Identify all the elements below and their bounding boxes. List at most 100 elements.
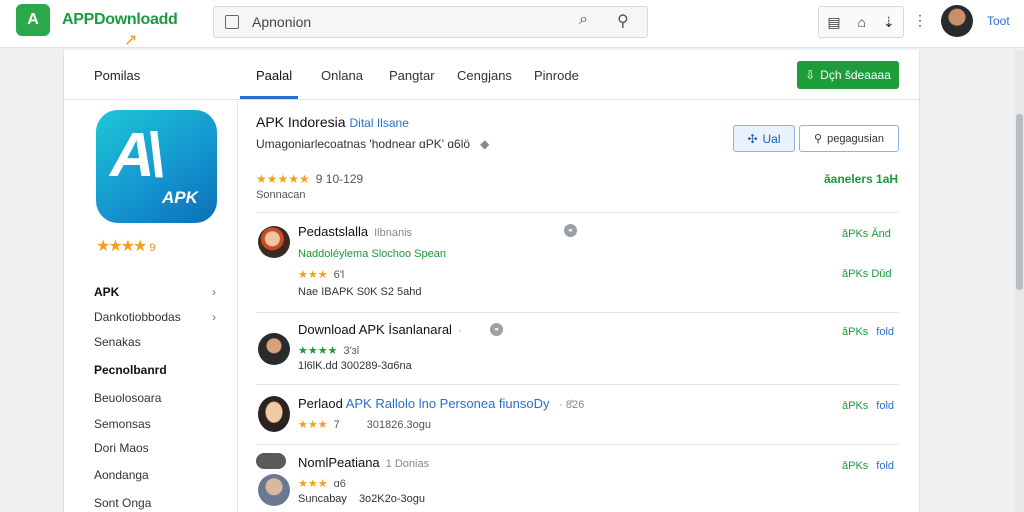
app-icon-mark: A\	[110, 121, 164, 190]
sidebar-item-5[interactable]: Beuolosoara	[94, 391, 161, 405]
search-input[interactable]: Apnonion	[252, 14, 311, 30]
search-button[interactable]: ⚲ pegagusian	[799, 125, 899, 152]
tab-pinrode[interactable]: Pinrode	[534, 68, 579, 83]
row-title-text[interactable]: NomlPeatiana	[298, 455, 380, 470]
app-icon[interactable]: A\ APK	[96, 110, 217, 223]
sidebar-item-7[interactable]: Dori Maos	[94, 441, 149, 455]
square-icon	[225, 15, 239, 29]
row-link-secondary[interactable]: fold	[876, 326, 894, 338]
sidebar-item-6[interactable]: Semonsas	[94, 417, 151, 431]
sidebar-rating-value: 9	[149, 242, 156, 254]
section-title: Pomilas	[94, 68, 141, 83]
chevron-right-icon[interactable]: ›	[212, 285, 216, 299]
star-icons: ★★★★	[298, 345, 338, 357]
row-title-link[interactable]: APK Rallolo lno Personea fiunsoDy	[346, 396, 550, 411]
tab-cengjans[interactable]: Cengjans	[457, 68, 512, 83]
search-icon[interactable]: ⚲	[617, 11, 629, 31]
sidebar-item-8[interactable]: Aondanga	[94, 468, 149, 482]
unlock-button-label: Ual	[762, 131, 781, 146]
row-title[interactable]: NomlPeatiana 1 Donias	[298, 455, 429, 470]
row-download-link[interactable]: ǎPKs fold	[842, 400, 894, 412]
row-title-extra: · 8̓26	[559, 399, 585, 411]
row-link-text[interactable]: ǎPKs	[842, 460, 868, 472]
scrollbar-thumb[interactable]	[1016, 114, 1023, 290]
divider	[256, 444, 899, 445]
link-icon[interactable]: ⚭	[490, 323, 503, 336]
user-avatar[interactable]	[941, 5, 973, 37]
puzzle-icon: ✣	[747, 131, 758, 146]
chevron-right-icon[interactable]: ›	[212, 310, 216, 324]
row-meta: Suncabay 3o2K2o-3ogu	[298, 493, 425, 505]
row-rating-value: 6'l	[333, 269, 345, 281]
row-meta: 1l6lK.dd 300289-3ɑ6na	[298, 360, 412, 372]
row-title-text[interactable]: Pedastslalla	[298, 224, 368, 239]
pointer-arrow-icon: ↗	[124, 32, 138, 49]
diamond-icon: ◆	[480, 137, 490, 151]
star-icons: ★★★	[298, 478, 328, 490]
row-download-link[interactable]: ăPKs Ănd	[842, 228, 891, 240]
row-link-text[interactable]: ǎPKs	[842, 326, 868, 338]
scrollbar[interactable]	[1015, 50, 1024, 512]
tab-paalal[interactable]: Paalal	[256, 68, 292, 83]
row-title-extra: Ilbnanis	[374, 227, 413, 239]
app-logo[interactable]: A	[16, 4, 50, 36]
content-panel: Pomilas Paalal Onlana Pangtar Cengjans P…	[63, 50, 920, 512]
star-icons: ★★★	[298, 419, 328, 431]
row-subtitle: Naddoléylema Slochoo Spean	[298, 248, 446, 260]
app-publisher[interactable]: Dital Ilsane	[350, 116, 409, 130]
download-button-label: Dçh šdeaaaa	[820, 68, 891, 82]
app-rating: ★★★★★ 9 10-129	[256, 172, 363, 186]
row-avatar[interactable]	[258, 396, 290, 432]
row-link-text[interactable]: ǎPKs	[842, 400, 868, 412]
tab-pangtar[interactable]: Pangtar	[389, 68, 435, 83]
app-name: APK Indoresia	[256, 114, 346, 130]
home-icon[interactable]: ⌂	[858, 14, 866, 30]
sidebar-item-2[interactable]: Dankotiobbodas	[94, 310, 181, 324]
voice-search-icon[interactable]: ⌕	[579, 11, 588, 29]
star-icons: ★★★★★	[256, 172, 310, 186]
divider	[256, 384, 899, 385]
row-avatar[interactable]	[258, 474, 290, 506]
active-tab-indicator	[240, 96, 298, 99]
star-icons: ★★★	[298, 269, 328, 281]
link-icon[interactable]: ⚭	[564, 224, 577, 237]
search-icon: ⚲	[814, 133, 823, 145]
row-download-link-2[interactable]: ǎPKs Dǔd	[842, 268, 892, 280]
row-title-text[interactable]: Perlaod	[298, 396, 343, 411]
search-bar[interactable]: Apnonion ⌕ ⚲	[213, 6, 648, 38]
site-name[interactable]: APPDownloadd	[62, 11, 178, 29]
row-avatar[interactable]	[258, 333, 290, 365]
sidebar-item-3[interactable]: Senakas	[94, 335, 141, 349]
app-rating-value: 9 10-129	[315, 172, 364, 186]
sidebar-item-apk[interactable]: APK	[94, 285, 119, 299]
toolbar-group: ▤ ⌂ ⇣	[818, 6, 904, 38]
row-rating: ★★★ ɑ6	[298, 477, 346, 490]
row-download-link[interactable]: ǎPKs fold	[842, 460, 894, 472]
row-title-text[interactable]: Download APK İsanlanaral	[298, 322, 452, 337]
download-button[interactable]: ⇩ Dçh šdeaaaa	[797, 61, 899, 89]
more-options-icon[interactable]: ⋮	[913, 12, 927, 29]
row-rating-value: 7	[333, 419, 340, 431]
share-icon[interactable]: ⇣	[883, 14, 895, 31]
document-icon[interactable]: ▤	[827, 14, 840, 31]
sidebar-item-9[interactable]: Sont Onga	[94, 496, 151, 510]
sidebar-item-4[interactable]: Pecnolbanrd	[94, 363, 167, 377]
row-rating-value: 3'ɜl	[343, 345, 360, 357]
unlock-button[interactable]: ✣ Ual	[733, 125, 795, 152]
row-link-secondary[interactable]: fold	[876, 400, 894, 412]
row-title-extra: ·	[457, 325, 462, 337]
row-meta: 301826.3ogu	[366, 419, 432, 431]
row-title[interactable]: Download APK İsanlanaral ·	[298, 322, 462, 337]
row-download-link[interactable]: ǎPKs fold	[842, 326, 894, 338]
row-rating: ★★★★ 3'ɜl	[298, 344, 359, 357]
row-title[interactable]: Pedastslalla Ilbnanis	[298, 224, 412, 239]
user-link[interactable]: Toot	[987, 14, 1010, 28]
app-rating-sub: Sonnacan	[256, 189, 306, 201]
row-title[interactable]: Perlaod APK Rallolo lno Personea fiunsoD…	[298, 396, 584, 411]
search-button-label: pegagusian	[827, 132, 884, 145]
app-description-text: Umagoniarlecoatnas 'hodnear ɑPK' ɑ6lö	[256, 137, 471, 151]
row-link-secondary[interactable]: fold	[876, 460, 894, 472]
row-rating-value: ɑ6	[333, 478, 346, 490]
tab-onlana[interactable]: Onlana	[321, 68, 363, 83]
row-avatar[interactable]	[258, 226, 290, 258]
